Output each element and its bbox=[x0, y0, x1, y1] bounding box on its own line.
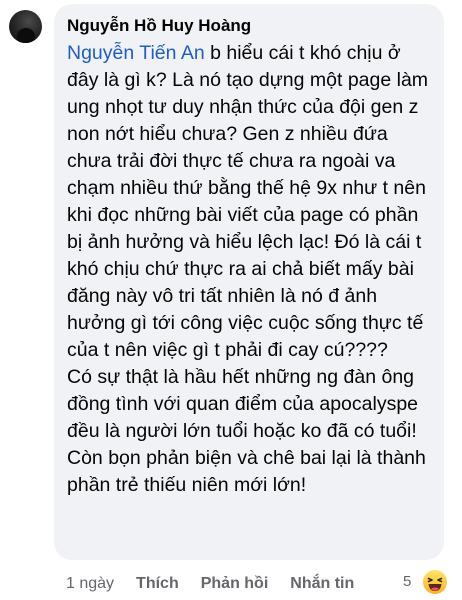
comment-timestamp[interactable]: 1 ngày bbox=[66, 575, 114, 593]
message-button[interactable]: Nhắn tin bbox=[290, 575, 354, 593]
comment-author[interactable]: Nguyễn Hồ Huy Hoàng bbox=[67, 16, 432, 36]
reply-button[interactable]: Phản hồi bbox=[201, 575, 269, 593]
comment-text-1: b hiểu cái t khó chịu ở đây là gì k? Là … bbox=[67, 42, 429, 361]
avatar[interactable] bbox=[9, 10, 42, 43]
mention-link[interactable]: Nguyễn Tiến An bbox=[67, 42, 205, 64]
comment-actions: 1 ngày Thích Phản hồi Nhắn tin bbox=[66, 572, 368, 596]
reaction-count[interactable]: 5 bbox=[403, 573, 411, 590]
haha-icon[interactable] bbox=[422, 569, 448, 595]
comment-paragraph-2: Có sự thật là hầu hết những ng đàn ông đ… bbox=[67, 366, 426, 496]
comment-paragraph-1: Nguyễn Tiến An b hiểu cái t khó chịu ở đ… bbox=[67, 40, 432, 364]
comment-page: Nguyễn Hồ Huy Hoàng Nguyễn Tiến An b hiể… bbox=[0, 0, 462, 600]
comment-body: Nguyễn Tiến An b hiểu cái t khó chịu ở đ… bbox=[67, 40, 432, 499]
like-button[interactable]: Thích bbox=[136, 575, 179, 593]
comment-bubble: Nguyễn Hồ Huy Hoàng Nguyễn Tiến An b hiể… bbox=[54, 4, 444, 560]
